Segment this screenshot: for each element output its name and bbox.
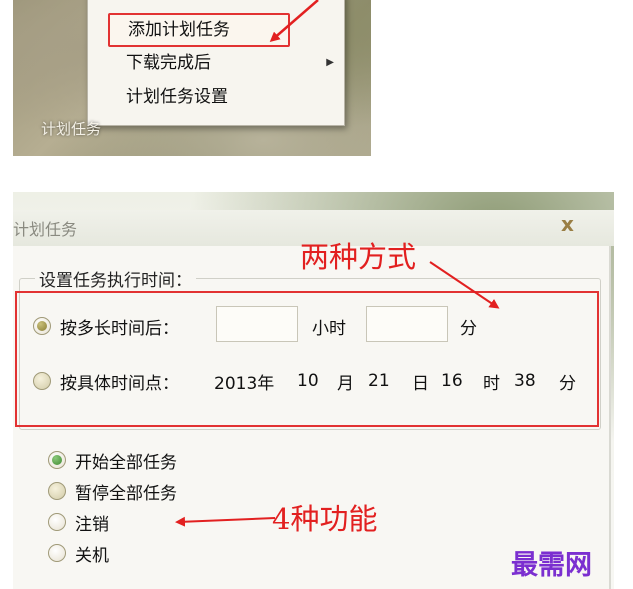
function-label-pause-all: 暂停全部任务 xyxy=(75,484,177,504)
radio-start-all[interactable] xyxy=(48,451,66,469)
annotation-two-ways: 两种方式 xyxy=(300,240,417,274)
two-ways-highlight-box xyxy=(15,291,599,427)
context-menu: 添加计划任务 下载完成后 ▶ 计划任务设置 xyxy=(87,0,345,126)
radio-pause-all[interactable] xyxy=(48,482,66,500)
minute-unit: 分 xyxy=(559,374,576,394)
radio-logoff[interactable] xyxy=(48,513,66,531)
annotation-four-functions: 4种功能 xyxy=(272,502,378,536)
menu-item-add-scheduled-task[interactable]: 添加计划任务 xyxy=(108,13,290,47)
watermark-logo: 最需网 xyxy=(511,550,592,581)
month-value[interactable]: 10 xyxy=(297,371,319,391)
dialog-title: 计划任务 xyxy=(13,220,78,239)
year-value[interactable]: 2013年 xyxy=(214,369,274,394)
option-at-label: 按具体时间点： xyxy=(60,374,179,394)
radio-shutdown[interactable] xyxy=(48,544,66,562)
menu-item-after-download[interactable]: 下载完成后 xyxy=(126,48,211,78)
option-after-label: 按多长时间后： xyxy=(60,319,179,339)
day-value[interactable]: 21 xyxy=(368,371,390,391)
menu-item-schedule-settings[interactable]: 计划任务设置 xyxy=(126,82,228,112)
hours-unit: 小时 xyxy=(312,319,346,339)
minute-value[interactable]: 38 xyxy=(514,371,536,391)
hour-unit: 时 xyxy=(483,374,500,394)
context-menu-screenshot: 添加计划任务 下载完成后 ▶ 计划任务设置 计划任务 xyxy=(13,0,371,156)
hours-input[interactable] xyxy=(216,306,298,342)
time-group-title: 设置任务执行时间： xyxy=(35,266,196,291)
taskbar-label: 计划任务 xyxy=(41,120,102,138)
radio-after-duration[interactable] xyxy=(33,317,51,335)
radio-specific-time[interactable] xyxy=(33,372,51,390)
minutes-input[interactable] xyxy=(366,306,448,342)
function-label-start-all: 开始全部任务 xyxy=(75,453,177,473)
day-unit: 日 xyxy=(412,374,429,394)
hour-value[interactable]: 16 xyxy=(441,371,463,391)
submenu-arrow-icon: ▶ xyxy=(326,57,334,68)
close-icon[interactable]: x xyxy=(561,212,574,236)
function-label-logoff: 注销 xyxy=(75,515,109,535)
month-unit: 月 xyxy=(337,374,354,394)
function-label-shutdown: 关机 xyxy=(75,546,109,566)
minutes-unit: 分 xyxy=(460,319,477,339)
